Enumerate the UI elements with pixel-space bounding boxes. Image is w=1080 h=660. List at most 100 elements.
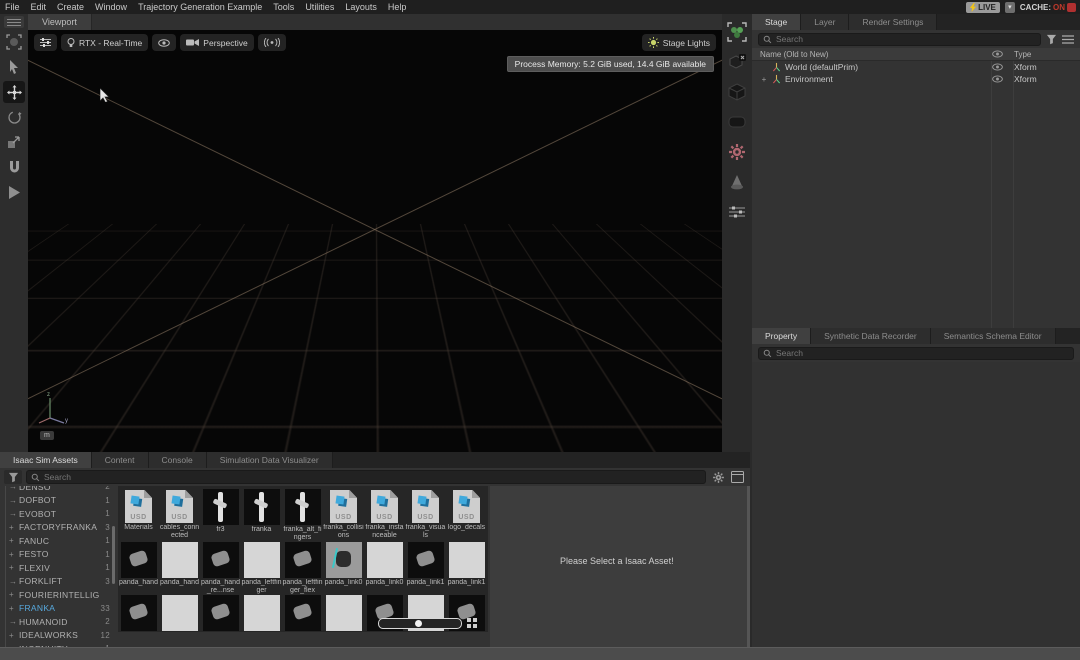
asset-item[interactable]: panda_link1 [405,542,446,595]
category-festo[interactable]: +FESTO1 [0,548,116,562]
tree-arrow-icon[interactable]: → [9,486,19,491]
tree-arrow-icon[interactable]: → [9,496,19,505]
category-evobot[interactable]: →EVOBOT1 [0,507,116,521]
menu-file[interactable]: File [5,2,20,12]
viewport-canvas[interactable]: RTX - Real-Time Perspective [28,30,722,452]
cursor-tool-button[interactable] [3,56,25,78]
assets-search-input[interactable]: Search [26,470,706,484]
scale-tool-button[interactable] [3,131,25,153]
asset-item[interactable]: panda_leftfinger [241,542,282,595]
move-tool-button[interactable] [3,81,25,103]
renderer-dropdown[interactable]: RTX - Real-Time [61,34,148,51]
asset-item[interactable] [159,595,200,631]
tab-stage[interactable]: Stage [752,14,801,30]
category-flexiv[interactable]: +FLEXIV1 [0,561,116,575]
tree-scrollbar[interactable] [112,526,115,584]
filter-icon[interactable] [1046,34,1057,45]
live-button[interactable]: LIVE [966,2,1000,13]
stage-row[interactable]: +EnvironmentXform [752,73,1080,85]
tab-content[interactable]: Content [92,452,149,468]
expand-plus-icon[interactable]: + [9,536,19,545]
icon-size-slider[interactable] [378,618,462,629]
cube-button[interactable] [725,80,749,104]
menu-tools[interactable]: Tools [273,2,294,12]
render-settings-button[interactable] [725,200,749,224]
tree-arrow-icon[interactable]: → [9,577,19,586]
asset-item[interactable]: panda_link0 [323,542,364,595]
stage-lights-button[interactable]: Stage Lights [642,34,716,51]
tab-synthetic-data-recorder[interactable]: Synthetic Data Recorder [811,328,931,344]
asset-item[interactable]: panda_link0 [364,542,405,595]
property-search-input[interactable]: Search [758,347,1074,360]
asset-item[interactable]: panda_hand [118,542,159,595]
expand-plus-icon[interactable]: + [9,631,19,640]
eye-icon[interactable] [992,63,1003,71]
asset-item[interactable]: USDfranka_collisions [323,489,364,542]
category-idealworks[interactable]: +IDEALWORKS12 [0,629,116,643]
asset-item[interactable] [323,595,364,631]
expand-plus-icon[interactable]: + [9,550,19,559]
asset-item[interactable]: panda_hand_re...nse [200,542,241,595]
tab-simulation-data-visualizer[interactable]: Simulation Data Visualizer [207,452,333,468]
mesh-button[interactable] [725,110,749,134]
light-cone-button[interactable] [725,170,749,194]
camera-dropdown[interactable]: Perspective [180,34,253,51]
tab-property[interactable]: Property [752,328,811,344]
category-franka[interactable]: +FRANKA33 [0,602,116,616]
menu-window[interactable]: Window [95,2,127,12]
live-dropdown-button[interactable]: ▾ [1005,2,1015,13]
visibility-button[interactable] [152,34,176,51]
asset-item[interactable]: franka_alt_fingers [282,489,323,542]
expand-plus-icon[interactable]: + [9,590,19,599]
asset-item[interactable]: panda_link1 [446,542,487,595]
eye-icon[interactable] [992,75,1003,83]
category-dofbot[interactable]: →DOFBOT1 [0,494,116,508]
slider-knob[interactable] [415,620,422,627]
category-humanoid[interactable]: →HUMANOID2 [0,615,116,629]
tab-render-settings[interactable]: Render Settings [849,14,937,30]
category-fourierintelligenc[interactable]: +FOURIERINTELLIGENC [0,588,116,602]
select-mode-button[interactable] [3,31,25,53]
play-button[interactable] [3,181,25,203]
category-fanuc[interactable]: +FANUC1 [0,534,116,548]
selection-set-button[interactable] [725,20,749,44]
asset-item[interactable] [282,595,323,631]
asset-item[interactable]: USDfranka_instanceable [364,489,405,542]
dock-handle-icon[interactable] [4,16,24,28]
menu-help[interactable]: Help [388,2,407,12]
tab-viewport[interactable]: Viewport [28,14,92,30]
asset-item[interactable] [241,595,282,631]
viewport-settings-button[interactable] [34,34,57,51]
expander[interactable]: + [760,75,768,84]
asset-item[interactable]: USDMaterials [118,489,159,542]
stage-search-input[interactable]: Search [758,33,1041,46]
tab-isaac-sim-assets[interactable]: Isaac Sim Assets [0,452,92,468]
tab-semantics-schema-editor[interactable]: Semantics Schema Editor [931,328,1056,344]
gear-icon[interactable] [712,471,725,484]
asset-item[interactable]: panda_leftfinger_flex [282,542,323,595]
tab-console[interactable]: Console [149,452,207,468]
asset-item[interactable]: USDcables_connected [159,489,200,542]
menu-utilities[interactable]: Utilities [305,2,334,12]
rotate-tool-button[interactable] [3,106,25,128]
cube-delete-button[interactable] [725,50,749,74]
column-type[interactable]: Type [1014,50,1080,59]
asset-item[interactable]: fr3 [200,489,241,542]
tree-arrow-icon[interactable]: → [9,617,19,626]
asset-item[interactable]: panda_hand [159,542,200,595]
category-factoryfranka[interactable]: +FACTORYFRANKA3 [0,521,116,535]
expand-plus-icon[interactable]: + [9,523,19,532]
menu-layouts[interactable]: Layouts [345,2,377,12]
options-menu-icon[interactable] [1062,35,1074,44]
expand-plus-icon[interactable]: + [9,604,19,613]
category-forklift[interactable]: →FORKLIFT3 [0,575,116,589]
snap-tool-button[interactable] [3,156,25,178]
expand-plus-icon[interactable]: + [9,563,19,572]
asset-item[interactable] [118,595,159,631]
filter-button[interactable] [4,470,22,484]
asset-item[interactable]: USDlogo_decals [446,489,487,542]
column-name[interactable]: Name (Old to New) [752,50,992,59]
asset-item[interactable]: USDfranka_visuals [405,489,446,542]
panel-view-icon[interactable] [731,471,744,483]
tab-layer[interactable]: Layer [801,14,849,30]
